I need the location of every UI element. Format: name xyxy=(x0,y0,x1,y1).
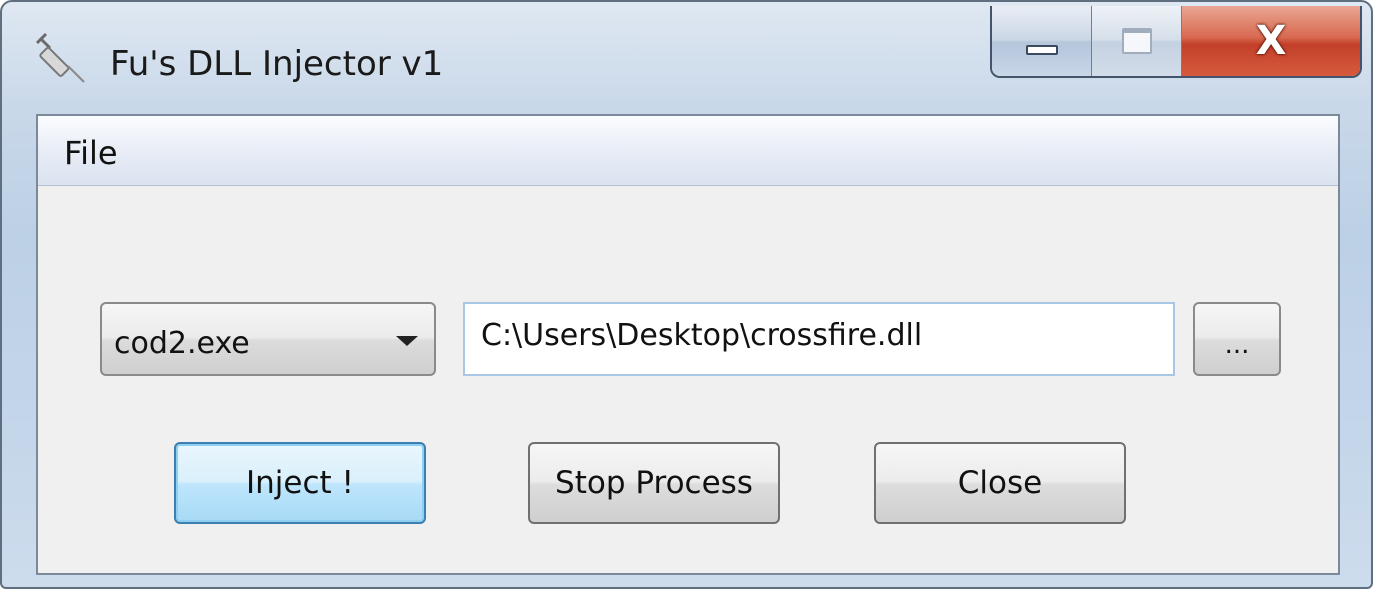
inject-button[interactable]: Inject ! xyxy=(174,442,426,524)
process-dropdown-value: cod2.exe xyxy=(114,326,250,361)
app-window: Fu's DLL Injector v1 X File cod2.exe C:\… xyxy=(0,0,1373,589)
chevron-down-icon xyxy=(396,336,418,346)
client-area: File cod2.exe C:\Users\Desktop\crossfire… xyxy=(36,114,1340,575)
caption-buttons: X xyxy=(990,6,1362,78)
maximize-button[interactable] xyxy=(1092,6,1182,76)
minimize-icon xyxy=(1025,45,1058,55)
menu-item-file[interactable]: File xyxy=(64,134,118,172)
menu-bar: File xyxy=(38,116,1338,186)
dll-path-field[interactable]: C:\Users\Desktop\crossfire.dll xyxy=(463,302,1175,376)
title-bar[interactable]: Fu's DLL Injector v1 X xyxy=(2,2,1371,114)
close-window-button[interactable]: X xyxy=(1182,6,1360,76)
close-button[interactable]: Close xyxy=(874,442,1126,524)
maximize-icon xyxy=(1121,28,1152,54)
process-dropdown[interactable]: cod2.exe xyxy=(100,302,436,376)
browse-button[interactable]: ... xyxy=(1193,302,1281,376)
minimize-button[interactable] xyxy=(992,6,1092,76)
window-title: Fu's DLL Injector v1 xyxy=(110,44,444,84)
syringe-icon xyxy=(35,32,85,83)
close-icon: X xyxy=(1255,18,1287,64)
stop-process-button[interactable]: Stop Process xyxy=(528,442,780,524)
